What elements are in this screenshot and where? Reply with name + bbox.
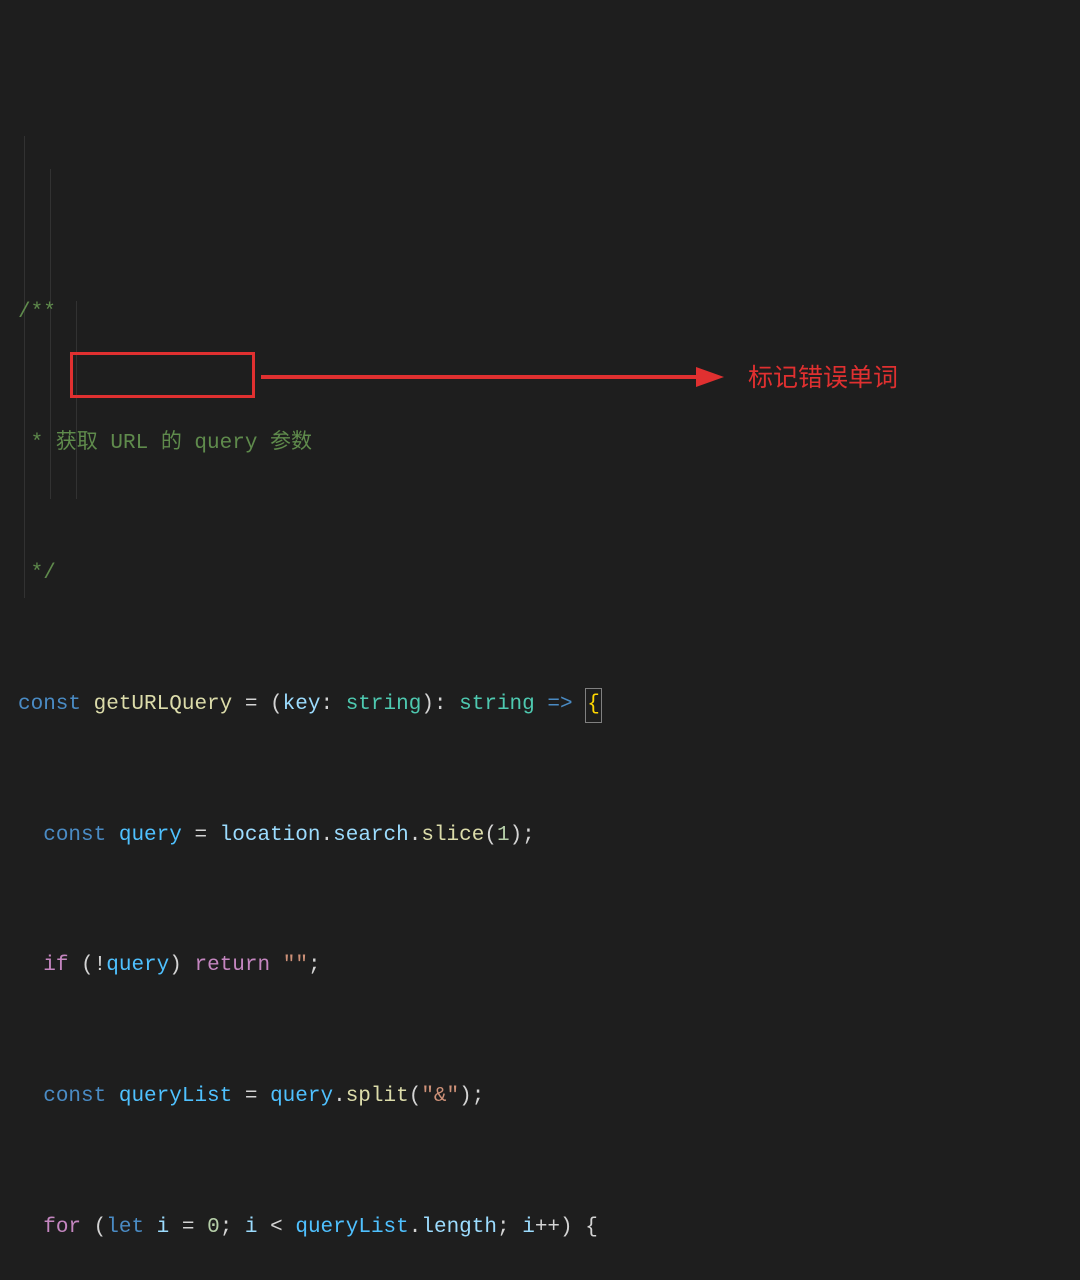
code-line[interactable]: const getURLQuery = (key: string): strin… — [18, 689, 1080, 722]
code-editor[interactable]: /** * 获取 URL 的 query 参数 */ const getURLQ… — [18, 4, 1080, 1280]
param-name: key — [283, 689, 321, 722]
annotation-box — [70, 352, 255, 398]
code-line[interactable]: /** — [18, 297, 1080, 330]
keyword-const: const — [18, 689, 81, 722]
code-line[interactable]: const queryList = query.split("&"); — [18, 1081, 1080, 1114]
type-annotation: string — [346, 689, 422, 722]
comment-text: */ — [18, 558, 56, 591]
annotation-label: 标记错误单词 — [748, 359, 898, 398]
brace-match: { — [585, 688, 602, 723]
code-line[interactable]: const query = location.search.slice(1); — [18, 819, 1080, 852]
code-line[interactable]: if (!query) return ""; — [18, 950, 1080, 983]
comment-text: /** — [18, 297, 56, 330]
code-line[interactable]: for (let i = 0; i < queryList.length; i+… — [18, 1211, 1080, 1244]
function-name: getURLQuery — [94, 689, 233, 722]
comment-text: * 获取 URL 的 query 参数 — [18, 428, 312, 461]
type-annotation: string — [459, 689, 535, 722]
code-line[interactable]: * 获取 URL 的 query 参数 — [18, 428, 1080, 461]
code-line[interactable]: */ — [18, 558, 1080, 591]
annotation-arrow-icon — [256, 362, 726, 392]
